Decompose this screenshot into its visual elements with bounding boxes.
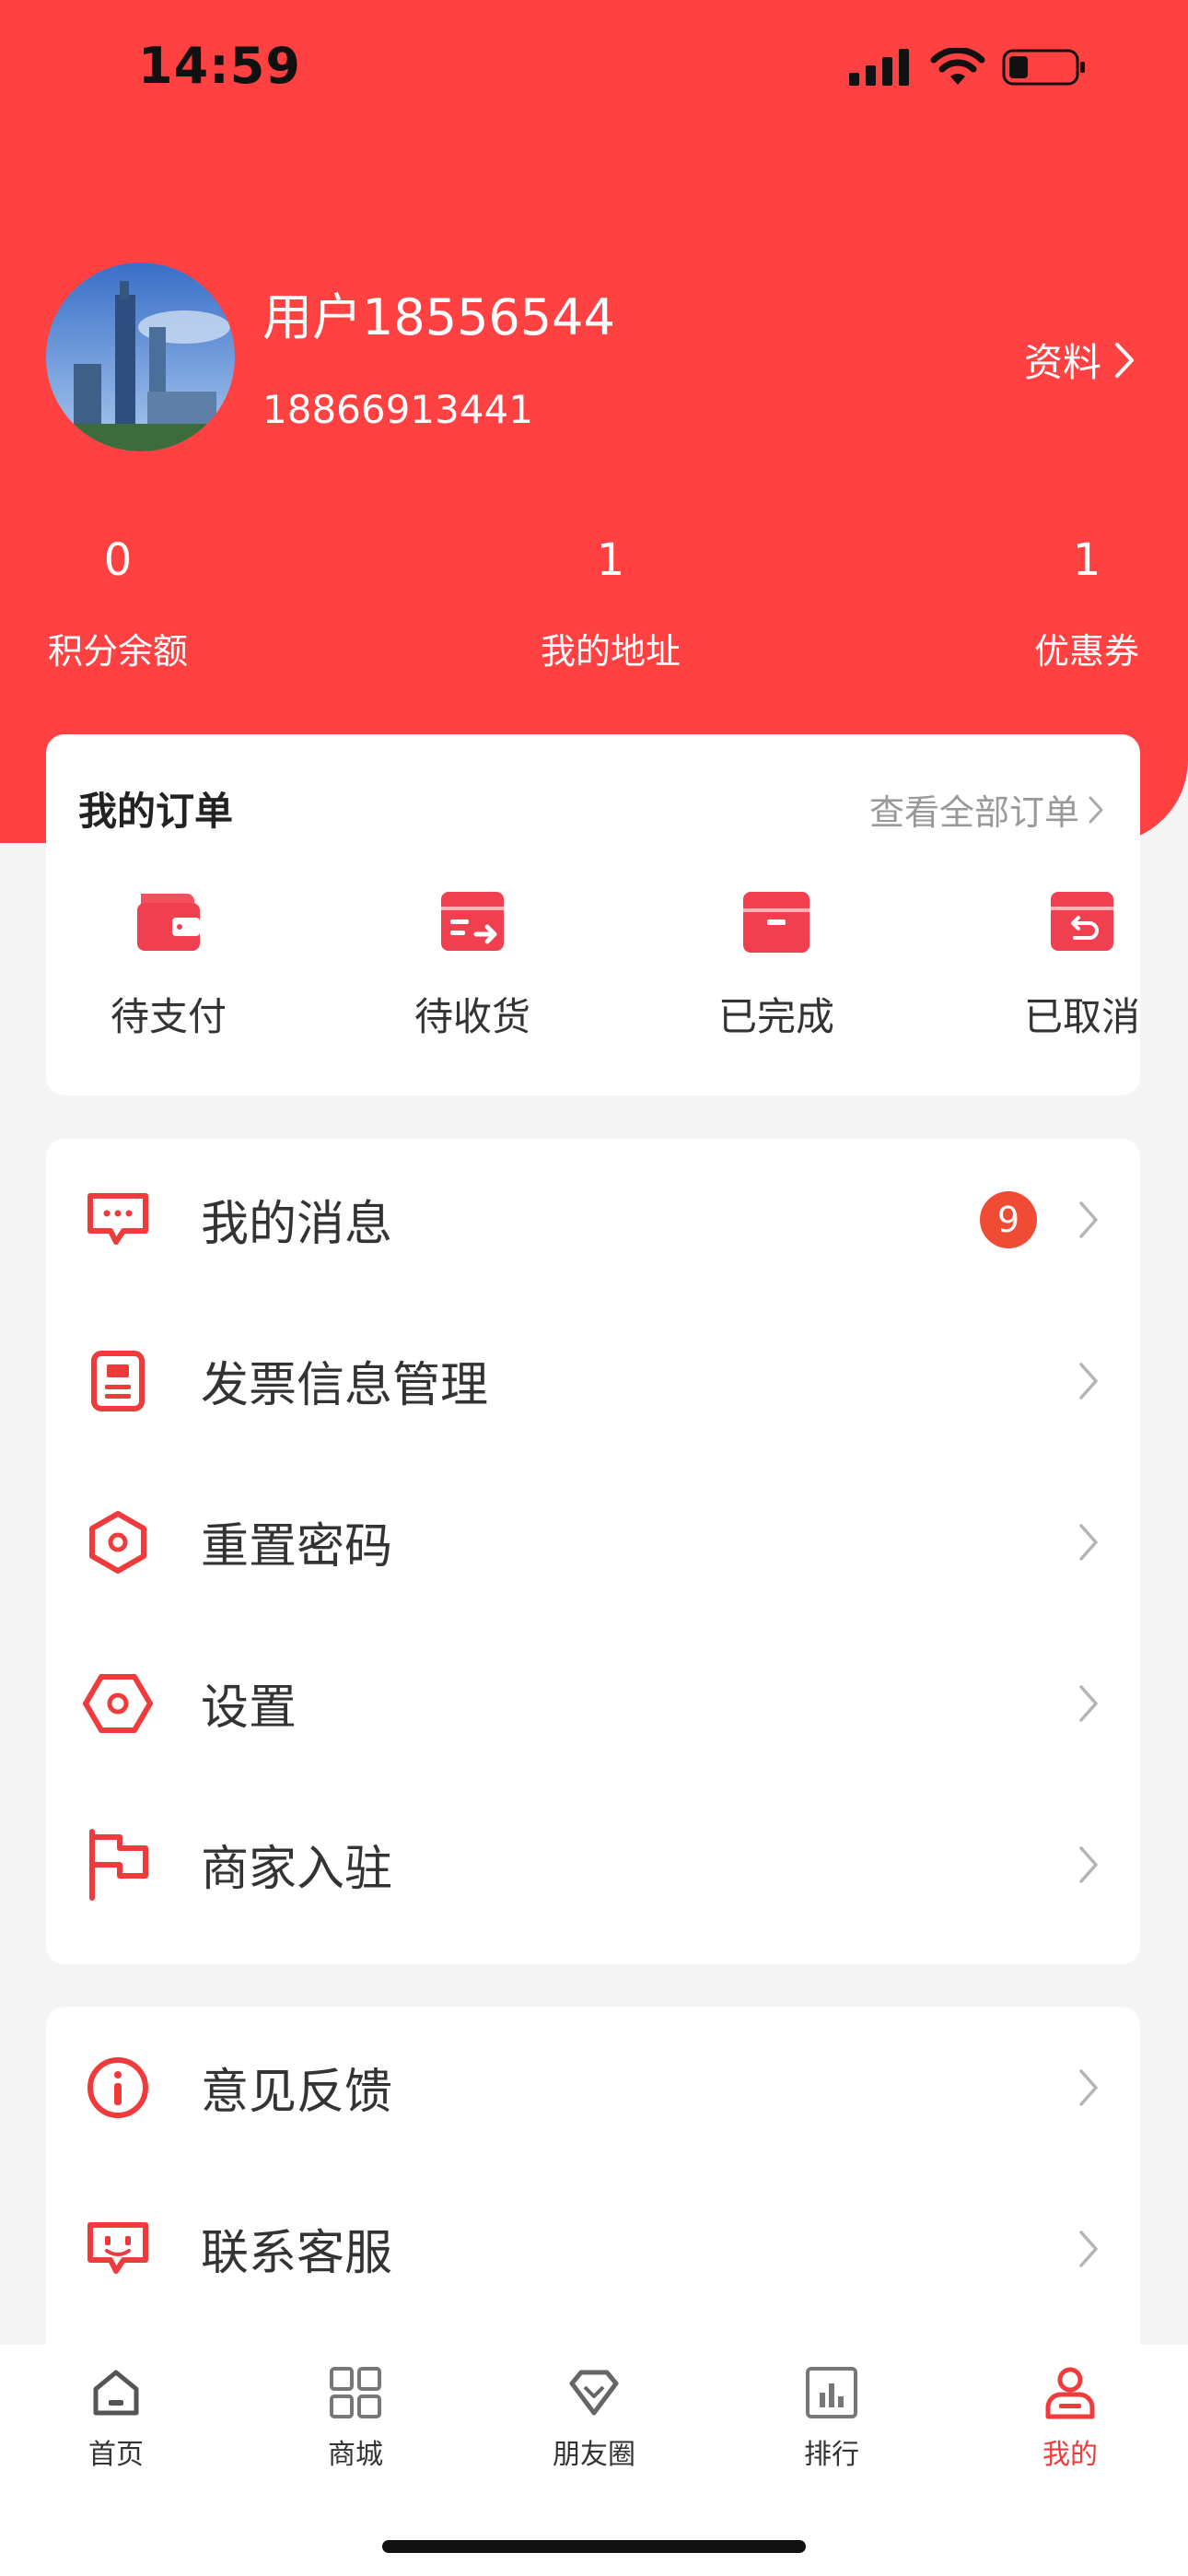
menu-item-merchant-label: 商家入驻 bbox=[201, 1842, 393, 1897]
menu-item-messages-label: 我的消息 bbox=[201, 1197, 393, 1252]
profile-link-label: 资料 bbox=[1023, 340, 1101, 385]
tab-moments-label: 朋友圈 bbox=[553, 2439, 635, 2471]
home-indicator bbox=[382, 2540, 806, 2553]
menu-item-settings-label: 设置 bbox=[201, 1680, 297, 1736]
order-pending-receipt[interactable]: 待收货 bbox=[357, 886, 588, 1042]
stat-coupons[interactable]: 1 优惠券 bbox=[949, 534, 1188, 673]
signal-icon bbox=[849, 49, 909, 86]
chevron-right-icon bbox=[1079, 2068, 1098, 2106]
message-icon bbox=[81, 1183, 155, 1257]
chevron-right-icon bbox=[1079, 2230, 1098, 2267]
profile-link[interactable]: 资料 bbox=[1024, 332, 1135, 388]
settings-hex-icon bbox=[81, 1667, 155, 1740]
order-cancelled-label: 已取消 bbox=[1023, 994, 1140, 1039]
view-all-orders[interactable]: 查看全部订单 bbox=[869, 784, 1103, 835]
order-title: 我的订单 bbox=[78, 789, 234, 834]
view-all-orders-label: 查看全部订单 bbox=[868, 792, 1079, 833]
status-time: 14:59 bbox=[138, 37, 301, 95]
stat-coupons-label: 优惠券 bbox=[1033, 631, 1139, 672]
wallet-icon bbox=[137, 894, 200, 951]
order-pending-payment-label: 待支付 bbox=[110, 994, 227, 1039]
chevron-right-icon bbox=[1115, 342, 1134, 378]
stat-points-label: 积分余额 bbox=[47, 631, 188, 672]
return-box-icon bbox=[1051, 892, 1113, 951]
chevron-right-icon bbox=[1079, 1200, 1098, 1238]
order-pending-payment[interactable]: 待支付 bbox=[53, 886, 284, 1042]
customer-service-icon bbox=[81, 2212, 155, 2286]
info-icon bbox=[81, 2051, 155, 2125]
tab-mine-label: 我的 bbox=[1042, 2439, 1098, 2471]
menu-item-feedback-label: 意见反馈 bbox=[201, 2065, 393, 2120]
user-icon bbox=[1045, 2367, 1095, 2419]
order-completed-label: 已完成 bbox=[717, 994, 834, 1039]
invoice-icon bbox=[81, 1344, 155, 1418]
home-icon bbox=[93, 2370, 139, 2416]
diamond-icon bbox=[569, 2370, 619, 2416]
tab-home[interactable]: 首页 bbox=[42, 2365, 190, 2472]
tab-ranking[interactable]: 排行 bbox=[758, 2365, 905, 2472]
menu-item-invoice-label: 发票信息管理 bbox=[201, 1358, 489, 1413]
stat-points[interactable]: 0 积分余额 bbox=[0, 534, 256, 673]
stat-coupons-value: 1 bbox=[1072, 534, 1101, 586]
menu-item-merchant[interactable]: 商家入驻 bbox=[46, 1784, 1140, 1945]
box-icon bbox=[743, 892, 809, 953]
menu-item-reset-password-label: 重置密码 bbox=[201, 1519, 393, 1575]
order-completed[interactable]: 已完成 bbox=[661, 886, 891, 1042]
chevron-right-icon bbox=[1079, 1362, 1098, 1399]
flag-icon bbox=[81, 1828, 155, 1902]
tab-home-label: 首页 bbox=[88, 2439, 144, 2471]
chevron-right-icon bbox=[1079, 1523, 1098, 1561]
grid-icon bbox=[330, 2367, 381, 2418]
menu-item-feedback[interactable]: 意见反馈 bbox=[46, 2007, 1140, 2168]
stat-address[interactable]: 1 我的地址 bbox=[472, 534, 749, 673]
chevron-right-icon bbox=[1079, 1845, 1098, 1883]
menu-item-customer-service-label: 联系客服 bbox=[201, 2226, 393, 2281]
receive-box-icon bbox=[441, 892, 504, 951]
battery-icon bbox=[1002, 49, 1085, 86]
stat-address-value: 1 bbox=[596, 534, 625, 586]
tab-mall[interactable]: 商城 bbox=[282, 2365, 429, 2472]
tab-ranking-label: 排行 bbox=[804, 2439, 859, 2471]
stat-points-value: 0 bbox=[103, 534, 133, 586]
menu-item-messages[interactable]: 我的消息 9 bbox=[46, 1139, 1140, 1300]
order-card: 我的订单 查看全部订单 待支付 待收货 已完成 已取消 bbox=[46, 734, 1140, 1095]
stat-address-label: 我的地址 bbox=[540, 631, 681, 672]
hexagon-icon bbox=[81, 1505, 155, 1579]
chevron-right-icon bbox=[1079, 1684, 1098, 1722]
wifi-icon bbox=[930, 48, 985, 85]
tab-moments[interactable]: 朋友圈 bbox=[520, 2365, 668, 2472]
order-pending-receipt-label: 待收货 bbox=[413, 994, 530, 1039]
avatar[interactable] bbox=[46, 263, 235, 451]
menu-card-support: 意见反馈 联系客服 bbox=[46, 2007, 1140, 2375]
chart-icon bbox=[806, 2367, 857, 2418]
tab-mall-label: 商城 bbox=[328, 2439, 383, 2471]
menu-card: 我的消息 9 发票信息管理 重置密码 设置 商家入驻 bbox=[46, 1139, 1140, 1964]
menu-item-customer-service[interactable]: 联系客服 bbox=[46, 2168, 1140, 2329]
tab-mine[interactable]: 我的 bbox=[996, 2365, 1144, 2472]
unread-badge: 9 bbox=[980, 1190, 1037, 1248]
menu-item-reset-password[interactable]: 重置密码 bbox=[46, 1461, 1140, 1622]
chevron-right-icon bbox=[1089, 796, 1103, 823]
order-cancelled[interactable]: 已取消 bbox=[967, 886, 1188, 1042]
menu-item-invoice[interactable]: 发票信息管理 bbox=[46, 1300, 1140, 1461]
menu-item-settings[interactable]: 设置 bbox=[46, 1622, 1140, 1784]
status-icons bbox=[849, 48, 1087, 87]
phone-number: 18866913441 bbox=[262, 387, 533, 432]
username: 用户18556544 bbox=[262, 288, 615, 346]
